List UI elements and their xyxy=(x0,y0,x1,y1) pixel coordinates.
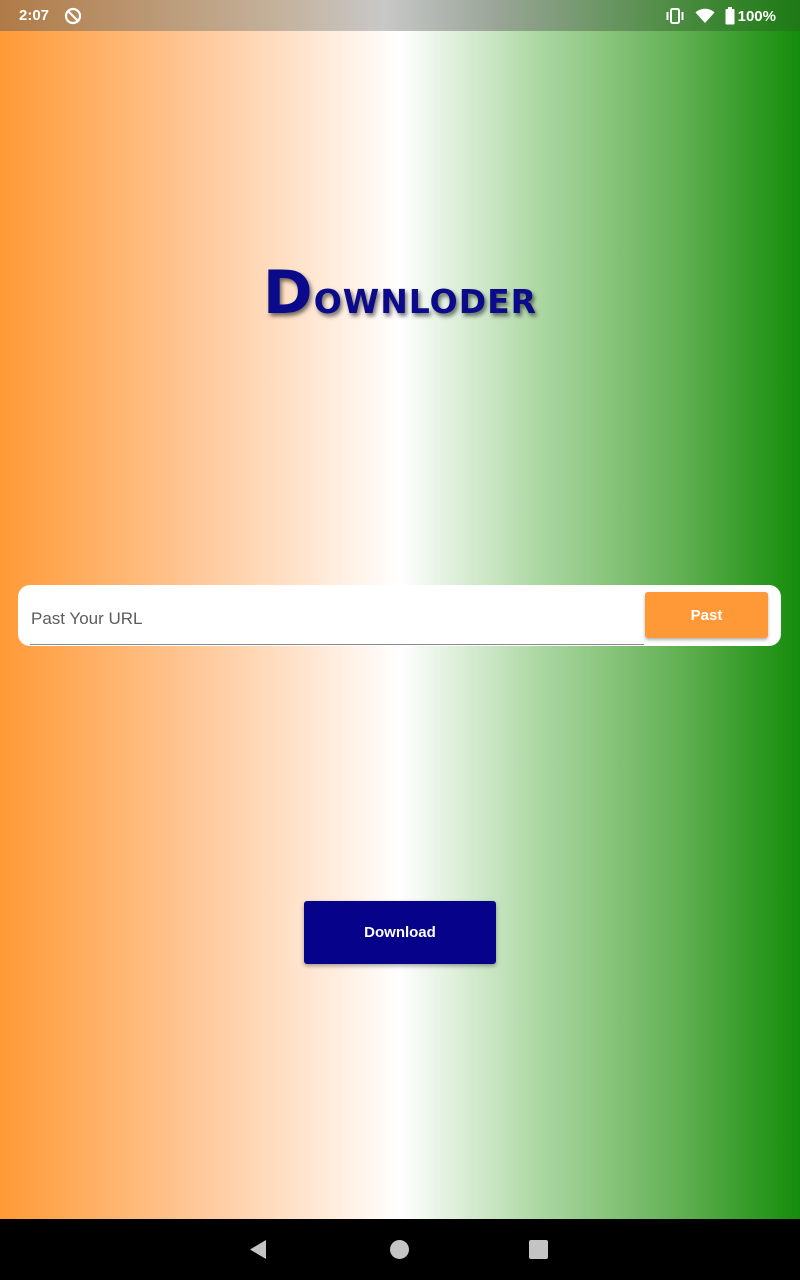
vibrate-icon xyxy=(666,8,684,24)
home-icon[interactable] xyxy=(390,1240,409,1259)
battery-icon xyxy=(725,7,735,25)
battery-indicator: 100% xyxy=(725,7,776,25)
download-button[interactable]: Download xyxy=(304,901,496,964)
status-bar: 2:07 100% xyxy=(0,0,800,31)
recents-icon[interactable] xyxy=(529,1240,548,1259)
navigation-bar xyxy=(0,1219,800,1280)
paste-button[interactable]: Past xyxy=(645,592,768,638)
status-icons: 100% xyxy=(665,5,776,27)
wifi-icon xyxy=(695,8,715,23)
app-title: Downloder xyxy=(0,258,800,328)
app-background: 2:07 100% Downloder xyxy=(0,0,800,1219)
status-time: 2:07 xyxy=(19,7,50,24)
url-card: Past xyxy=(18,585,781,646)
url-input[interactable] xyxy=(30,593,644,645)
title-rest: ownloder xyxy=(313,282,538,321)
battery-percentage: 100% xyxy=(737,7,776,25)
title-first-letter: D xyxy=(262,258,314,328)
sync-off-icon xyxy=(64,7,82,25)
back-icon[interactable] xyxy=(248,1239,268,1260)
